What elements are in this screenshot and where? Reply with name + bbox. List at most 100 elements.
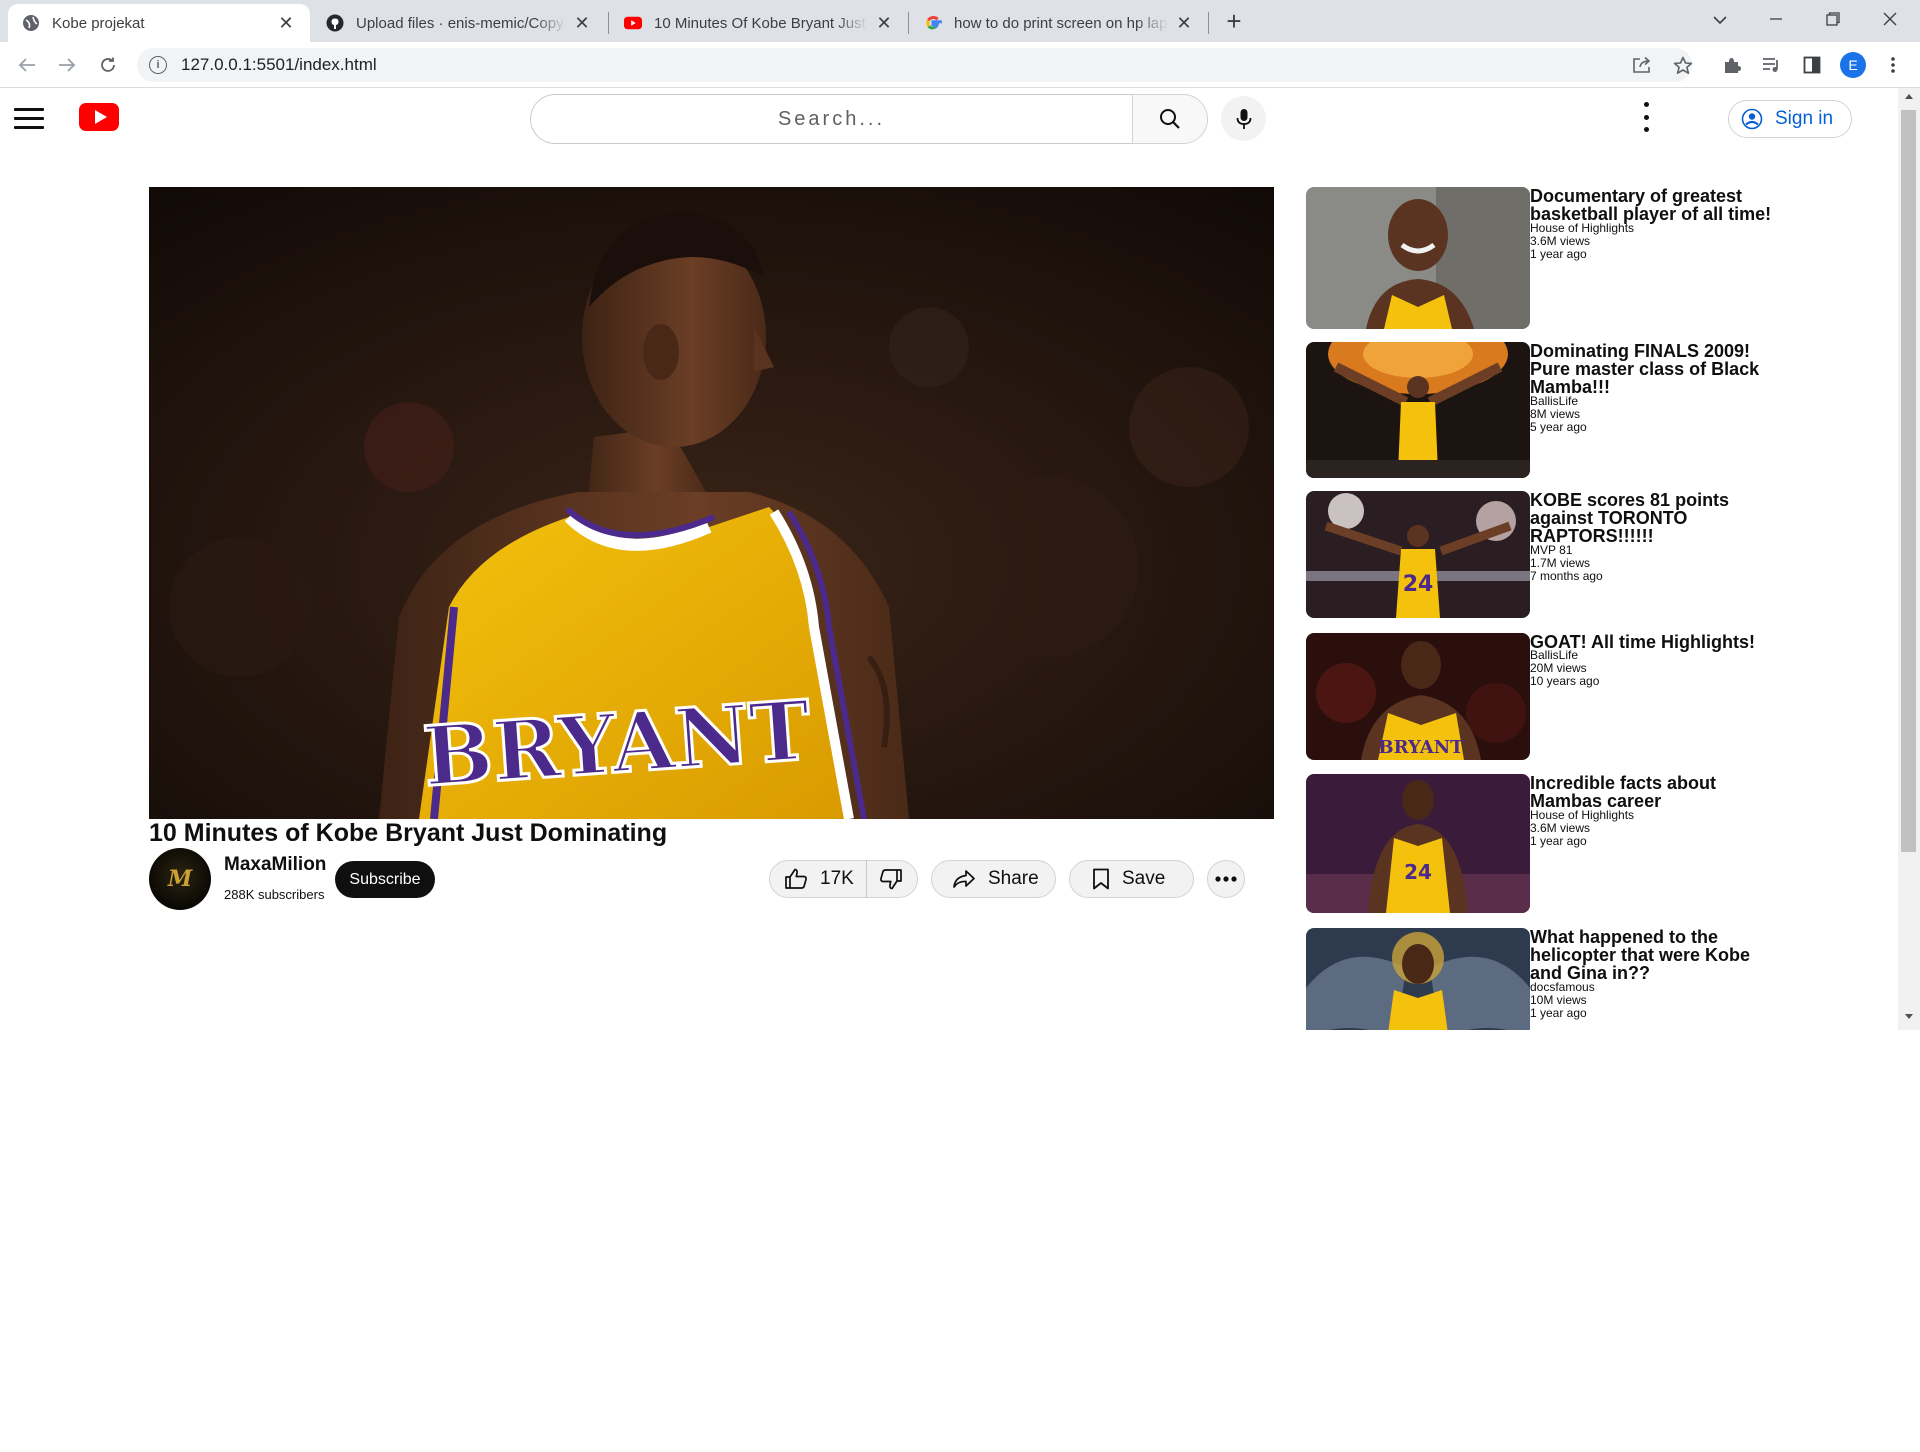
related-video-title[interactable]: KOBE scores 81 points against TORONTO RA… <box>1530 491 1775 545</box>
tab-title: 10 Minutes Of Kobe Bryant Just Dominatin… <box>654 14 868 32</box>
profile-avatar[interactable]: E <box>1838 50 1868 80</box>
side-panel-icon[interactable] <box>1797 50 1827 80</box>
related-video-card[interactable]: BRYANT GOAT! All time Highlights! Ballis… <box>1306 633 1776 761</box>
video-thumbnail[interactable] <box>1306 342 1530 478</box>
tab-separator <box>908 12 909 34</box>
tab-title: Kobe projekat <box>52 14 145 32</box>
share-page-icon[interactable] <box>1627 50 1657 80</box>
related-video-card[interactable]: Dominating FINALS 2009! Pure master clas… <box>1306 342 1776 478</box>
restore-window-button[interactable] <box>1805 0 1861 40</box>
new-tab-button[interactable]: + <box>1218 6 1250 38</box>
video-title: 10 Minutes of Kobe Bryant Just Dominatin… <box>149 819 668 847</box>
share-button[interactable]: Share <box>931 860 1056 898</box>
browser-tab-kobe-projekat[interactable]: Kobe projekat ✕ <box>8 4 310 42</box>
hamburger-menu-icon[interactable] <box>14 108 44 130</box>
back-arrow-icon[interactable] <box>12 50 42 80</box>
close-tab-icon[interactable]: ✕ <box>1174 13 1194 34</box>
youtube-icon <box>624 14 642 32</box>
close-tab-icon[interactable]: ✕ <box>572 13 592 34</box>
thumbs-up-icon <box>784 868 808 890</box>
tab-search-chevron-icon[interactable] <box>1692 0 1748 40</box>
more-options-icon[interactable] <box>1638 102 1654 132</box>
related-video-title[interactable]: What happened to the helicopter that wer… <box>1530 928 1775 982</box>
share-arrow-icon <box>952 869 976 889</box>
like-button[interactable]: 17K <box>770 861 866 897</box>
address-url[interactable]: 127.0.0.1:5501/index.html <box>181 55 377 75</box>
related-video-card[interactable]: Documentary of greatest basketball playe… <box>1306 187 1776 330</box>
minimize-window-button[interactable] <box>1748 0 1804 40</box>
browser-tab-youtube[interactable]: 10 Minutes Of Kobe Bryant Just Dominatin… <box>610 4 908 42</box>
more-actions-button[interactable] <box>1207 860 1245 898</box>
video-frame-image: BRYANT <box>149 187 1274 819</box>
related-video-age: 1 year ago <box>1530 834 1587 848</box>
address-bar[interactable]: i 127.0.0.1:5501/index.html <box>137 48 1692 82</box>
video-thumbnail[interactable]: BRYANT <box>1306 633 1530 760</box>
related-video-title[interactable]: Documentary of greatest basketball playe… <box>1530 187 1775 223</box>
close-window-button[interactable] <box>1862 0 1918 40</box>
scroll-up-arrow-icon[interactable] <box>1905 94 1913 99</box>
video-thumbnail[interactable] <box>1306 187 1530 329</box>
search-button[interactable] <box>1132 94 1208 144</box>
account-circle-icon <box>1741 108 1763 130</box>
media-queue-icon[interactable] <box>1757 50 1787 80</box>
thumbnail-image: 24 <box>1306 774 1530 913</box>
close-tab-icon[interactable]: ✕ <box>276 13 296 34</box>
save-label: Save <box>1122 868 1166 889</box>
related-video-card[interactable]: 24 Incredible facts about Mambas career … <box>1306 774 1776 914</box>
more-horizontal-icon <box>1215 876 1237 882</box>
voice-search-button[interactable] <box>1221 96 1266 141</box>
search-icon <box>1159 108 1181 130</box>
related-video-age: 10 years ago <box>1530 674 1600 688</box>
like-count: 17K <box>820 868 854 889</box>
browser-tab-github[interactable]: Upload files · enis-memic/Copy-of-YouTub… <box>312 4 606 42</box>
search-input[interactable]: Search... <box>530 94 1132 144</box>
site-info-icon[interactable]: i <box>149 56 167 74</box>
thumbnail-image <box>1306 187 1530 329</box>
bookmark-star-icon[interactable] <box>1668 50 1698 80</box>
related-videos-list: Documentary of greatest basketball playe… <box>1306 187 1776 1030</box>
save-button[interactable]: Save <box>1069 860 1194 898</box>
related-video-age: 1 year ago <box>1530 247 1587 261</box>
microphone-icon <box>1236 108 1252 130</box>
channel-name[interactable]: MaxaMilion <box>224 854 326 876</box>
subscriber-count: 288K subscribers <box>224 887 325 902</box>
forward-arrow-icon[interactable] <box>52 50 82 80</box>
profile-initial: E <box>1840 52 1866 78</box>
related-video-card[interactable]: 24 KOBE scores 81 points against TORONTO… <box>1306 491 1776 619</box>
scroll-down-arrow-icon[interactable] <box>1905 1014 1913 1019</box>
video-thumbnail[interactable]: 24 <box>1306 774 1530 913</box>
video-thumbnail[interactable] <box>1306 928 1530 1030</box>
sign-in-button[interactable]: Sign in <box>1728 100 1852 138</box>
youtube-logo[interactable] <box>79 103 119 131</box>
avatar-letter: M <box>167 866 193 892</box>
share-label: Share <box>988 868 1039 889</box>
related-video-title[interactable]: Dominating FINALS 2009! Pure master clas… <box>1530 342 1775 396</box>
related-video-age: 7 months ago <box>1530 569 1603 583</box>
subscribe-button[interactable]: Subscribe <box>335 861 435 898</box>
related-video-age: 5 year ago <box>1530 420 1587 434</box>
tab-separator <box>1208 12 1209 34</box>
google-icon <box>924 14 942 32</box>
svg-text:BRYANT: BRYANT <box>1378 737 1464 758</box>
channel-avatar[interactable]: M <box>149 848 211 910</box>
related-video-card[interactable]: What happened to the helicopter that wer… <box>1306 928 1776 1030</box>
extensions-puzzle-icon[interactable] <box>1717 50 1747 80</box>
dislike-button[interactable] <box>867 861 915 897</box>
close-tab-icon[interactable]: ✕ <box>874 13 894 34</box>
related-video-title[interactable]: Incredible facts about Mambas career <box>1530 774 1775 810</box>
browser-menu-icon[interactable] <box>1878 50 1908 80</box>
reload-icon[interactable] <box>93 50 123 80</box>
scrollbar-thumb[interactable] <box>1901 110 1916 852</box>
video-thumbnail[interactable]: 24 <box>1306 491 1530 618</box>
video-player[interactable]: BRYANT <box>149 187 1274 819</box>
browser-tab-google[interactable]: how to do print screen on hp laptop ✕ <box>910 4 1208 42</box>
thumbnail-image <box>1306 928 1530 1030</box>
thumbs-down-icon <box>879 868 903 890</box>
tab-separator <box>608 12 609 34</box>
svg-text:24: 24 <box>1404 860 1432 884</box>
like-dislike-group: 17K <box>769 860 918 898</box>
tab-title: how to do print screen on hp laptop <box>954 14 1168 32</box>
svg-text:24: 24 <box>1403 572 1434 597</box>
page-scrollbar[interactable] <box>1898 88 1920 1030</box>
browser-tab-strip: Kobe projekat ✕ Upload files · enis-memi… <box>0 0 1920 42</box>
